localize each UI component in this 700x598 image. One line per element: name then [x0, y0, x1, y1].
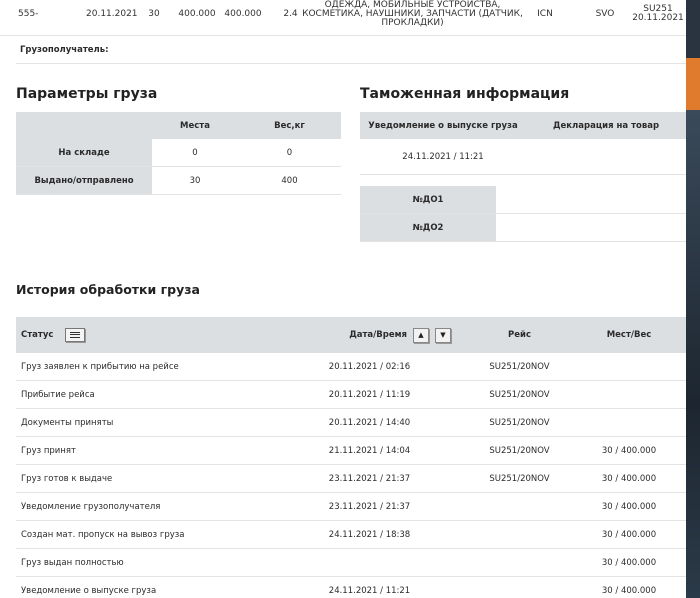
- shipment-details-modal: 555- 20.11.2021 30 400.000 400.000 2.4 О…: [0, 0, 686, 598]
- history-datetime: 21.11.2021 / 14:04: [328, 445, 411, 456]
- table-row: №ДО1: [360, 186, 686, 214]
- table-row: На складе 0 0: [16, 139, 341, 167]
- history-status: Уведомление о выпуске груза: [21, 585, 157, 596]
- col-flight: Рейс: [508, 330, 531, 340]
- history-datetime: 20.11.2021 / 11:19: [328, 389, 411, 400]
- shipment-charge-weight: 400.000: [224, 9, 262, 19]
- col-declaration: Декларация на товар: [552, 120, 660, 131]
- history-datetime: 23.11.2021 / 21:37: [328, 501, 411, 512]
- history-datetime: 20.11.2021 / 02:16: [328, 361, 411, 372]
- history-pieces-weight: 30 / 400.000: [601, 445, 657, 456]
- cargo-params-title: Параметры груза: [16, 86, 158, 102]
- customs-info-title: Таможенная информация: [360, 86, 570, 102]
- history-status: Груз выдан полностью: [21, 557, 124, 568]
- col-datetime: Дата/Время: [349, 330, 407, 340]
- table-row: Документы приняты 20.11.2021 / 14:40 SU251…: [16, 409, 686, 437]
- history-flight: SU251/20NOV: [489, 445, 550, 456]
- shipment-pieces: 30: [148, 9, 160, 19]
- history-status: Прибытие рейса: [21, 389, 95, 400]
- customs-docs-table: №ДО1 №ДО2: [360, 186, 686, 242]
- col-pieces: Места: [180, 120, 210, 131]
- shipment-origin: ICN: [537, 9, 553, 19]
- table-row: Уведомление о выпуске груза 24.11.2021 / …: [16, 577, 686, 598]
- history-status: Уведомление грузополучателя: [21, 501, 161, 512]
- history-flight: SU251/20NOV: [489, 473, 550, 484]
- shipment-flight: SU251 20.11.2021: [632, 4, 684, 23]
- history-header: Статус Дата/Время ▲ ▼ Рейс Мест/Вес: [16, 317, 686, 353]
- history-status: Груз принят: [21, 445, 76, 456]
- col-weight: Вес,кг: [274, 120, 305, 131]
- col-pieces-weight: Мест/Вес: [606, 330, 652, 340]
- table-row: Выдано/отправлено 30 400: [16, 167, 341, 195]
- shipment-date: 20.11.2021: [86, 9, 138, 19]
- table-row: №ДО2: [360, 214, 686, 242]
- history-status: Груз заявлен к прибытию на рейсе: [21, 361, 179, 372]
- history-pieces-weight: 30 / 400.000: [601, 557, 657, 568]
- table-row: Груз готов к выдаче 23.11.2021 / 21:37 SU2…: [16, 465, 686, 493]
- history-datetime: 24.11.2021 / 11:21: [328, 585, 411, 596]
- history-datetime: 24.11.2021 / 18:38: [328, 529, 411, 540]
- table-row: Создан мат. пропуск на вывоз груза 24.11.…: [16, 521, 686, 549]
- history-pieces-weight: 30 / 400.000: [601, 501, 657, 512]
- table-row: Прибытие рейса 20.11.2021 / 11:19 SU251/20…: [16, 381, 686, 409]
- history-title: История обработки груза: [16, 282, 200, 297]
- history-table: Статус Дата/Время ▲ ▼ Рейс Мест/Вес Груз…: [16, 317, 686, 598]
- table-row: Груз принят 21.11.2021 / 14:04 SU251/20NOV…: [16, 437, 686, 465]
- awb-number: 555-: [18, 9, 39, 19]
- shipment-destination: SVO: [595, 9, 615, 19]
- table-row: Уведомление грузополучателя 23.11.2021 / …: [16, 493, 686, 521]
- shipment-description: ОДЕЖДА, МОБИЛЬНЫЕ УСТРОЙСТВА, КОСМЕТИКА,…: [302, 0, 523, 28]
- history-pieces-weight: 30 / 400.000: [601, 529, 657, 540]
- history-flight: SU251/20NOV: [489, 417, 550, 428]
- customs-header: Уведомление о выпуске груза Декларация н…: [360, 112, 686, 139]
- history-datetime: 23.11.2021 / 21:37: [328, 473, 411, 484]
- history-flight: SU251/20NOV: [489, 361, 550, 372]
- customs-info-table: Уведомление о выпуске груза Декларация н…: [360, 112, 686, 175]
- col-status: Статус: [21, 330, 54, 340]
- background-page-right: [684, 110, 700, 598]
- sort-ascending-icon[interactable]: ▲: [413, 327, 429, 343]
- history-status: Груз готов к выдаче: [21, 473, 113, 484]
- consignee-label: Грузополучатель:: [16, 37, 686, 64]
- cargo-params-table: Места Вес,кг На складе 0 0 Выдано/отправ…: [16, 112, 341, 195]
- history-flight: SU251/20NOV: [489, 389, 550, 400]
- shipment-row: 555- 20.11.2021 30 400.000 400.000 2.4 О…: [0, 0, 686, 36]
- declaration-value: [526, 139, 686, 174]
- history-pieces-weight: 30 / 400.000: [601, 585, 657, 596]
- release-notice-value: 24.11.2021 / 11:21: [402, 151, 484, 162]
- history-rows: Груз заявлен к прибытию на рейсе 20.11.20…: [16, 353, 686, 598]
- sort-descending-icon[interactable]: ▼: [435, 327, 451, 343]
- status-filter-menu-icon[interactable]: [65, 328, 86, 342]
- cargo-params-header: Места Вес,кг: [16, 112, 341, 139]
- history-pieces-weight: 30 / 400.000: [601, 473, 657, 484]
- table-row: Груз выдан полностью 30 / 400.000: [16, 549, 686, 577]
- table-row: Груз заявлен к прибытию на рейсе 20.11.20…: [16, 353, 686, 381]
- shipment-weight: 400.000: [178, 9, 216, 19]
- history-status: Создан мат. пропуск на вывоз груза: [21, 529, 185, 540]
- col-release-notice: Уведомление о выпуске груза: [368, 120, 518, 131]
- history-datetime: 20.11.2021 / 14:40: [328, 417, 411, 428]
- table-row: 24.11.2021 / 11:21: [360, 139, 686, 175]
- history-status: Документы приняты: [21, 417, 114, 428]
- background-banner-right: [684, 58, 700, 110]
